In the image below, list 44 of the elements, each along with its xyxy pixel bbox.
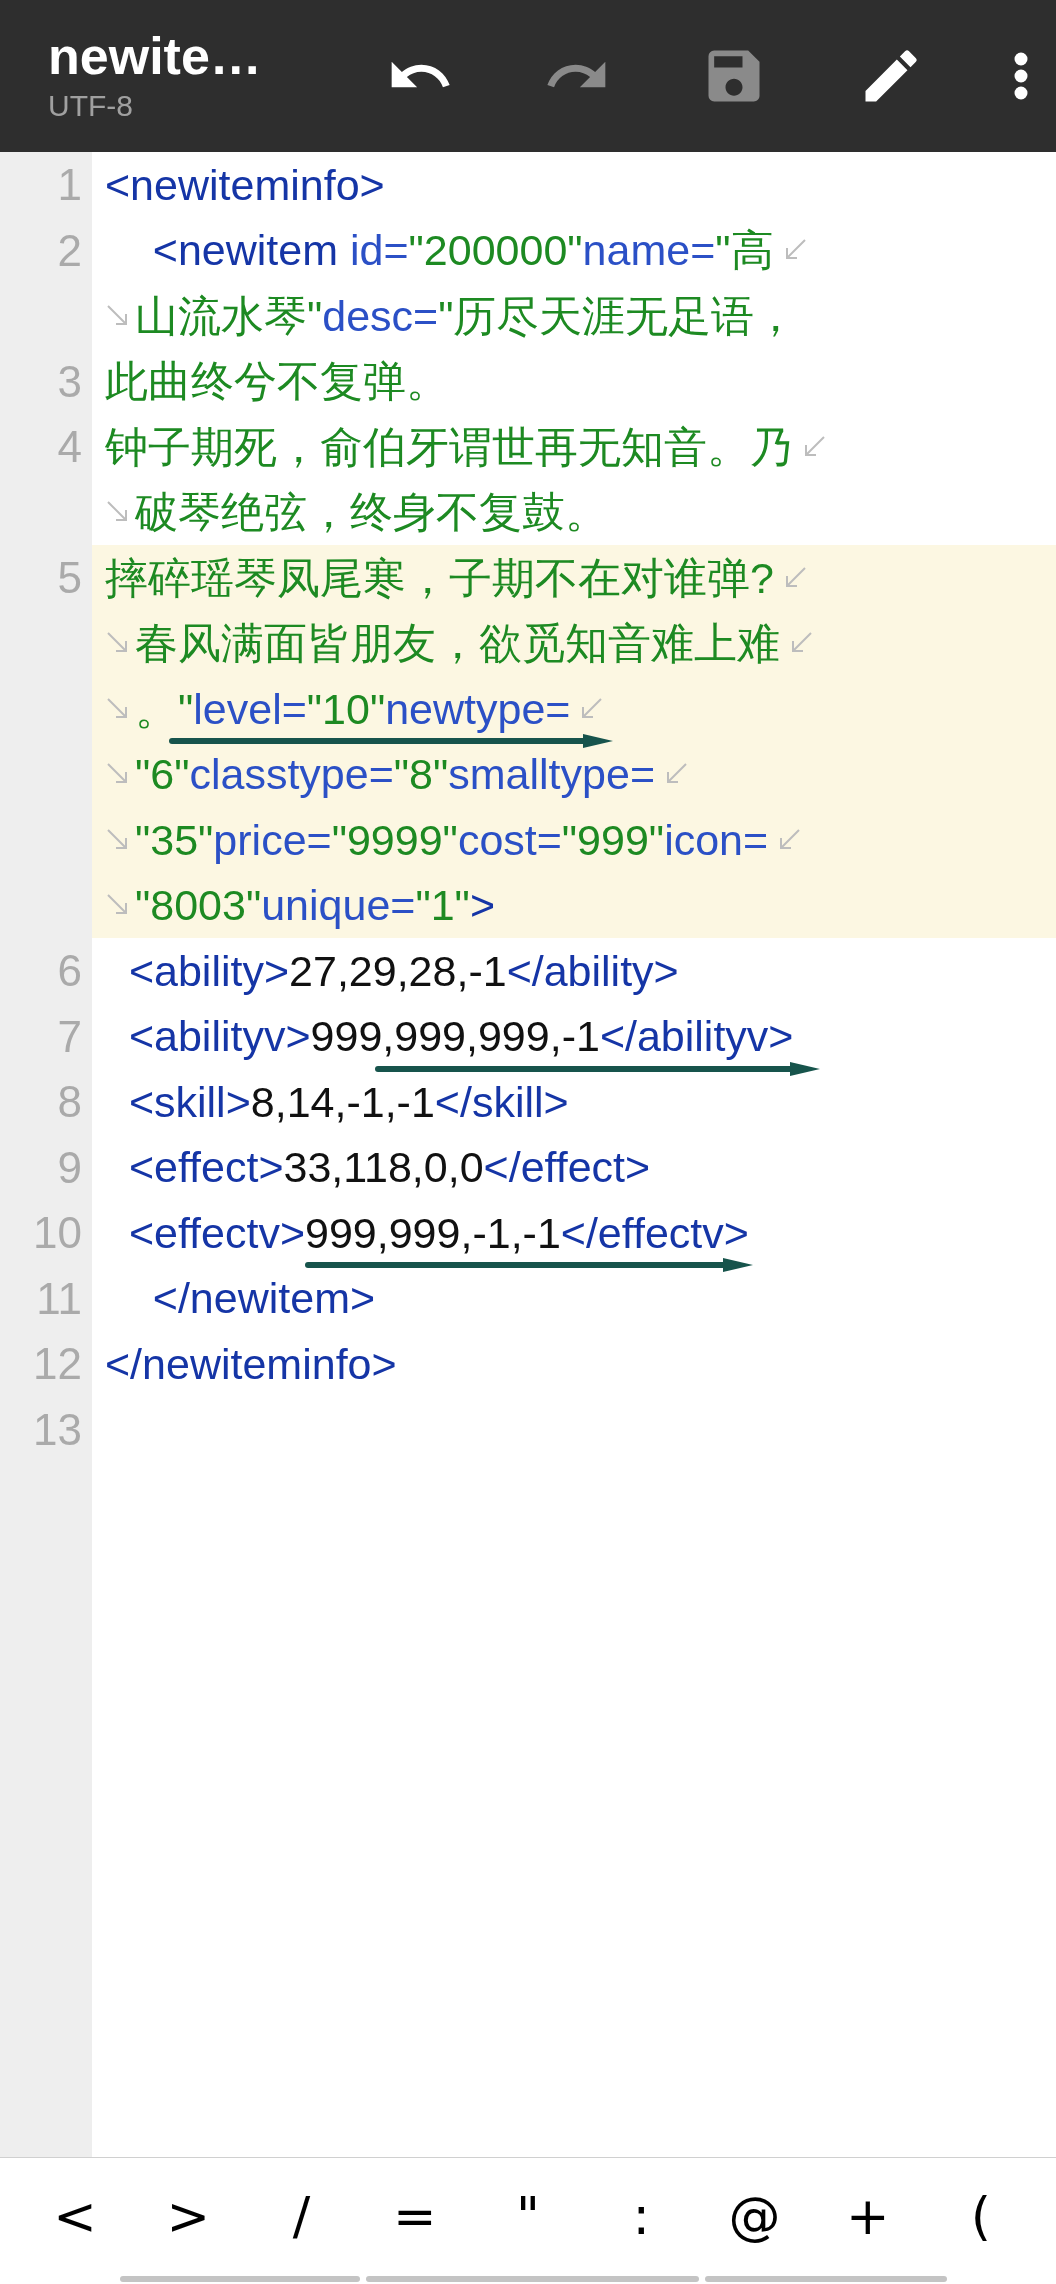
code-line: <ability>27,29,28,-1</ability> — [127, 946, 679, 995]
file-title: newite… — [48, 26, 263, 86]
encoding-label: UTF-8 — [48, 88, 134, 124]
code-line: 山流水琴"desc="历尽天涯无足语， — [135, 291, 798, 340]
code-line: </newitem> — [151, 1274, 376, 1323]
code-line: 摔碎瑶琴凤尾寒，子期不在对谁弹? — [105, 553, 774, 602]
symbol-key[interactable]: = — [384, 2181, 445, 2251]
code-line: <effect>33,118,0,0</effect> — [127, 1143, 651, 1192]
symbol-key[interactable]: @ — [724, 2181, 785, 2251]
line-number: 1 — [57, 160, 82, 209]
code-line: 钟子期死，俞伯牙谓世再无知音。乃 — [105, 422, 793, 471]
symbol-key[interactable]: / — [271, 2181, 332, 2251]
code-line: <newiteminfo> — [105, 160, 385, 209]
line-number: 7 — [57, 1011, 82, 1061]
code-line: </newiteminfo> — [105, 1339, 397, 1388]
code-line: <abilityv>999,999,999,-1</abilityv> — [127, 1012, 794, 1061]
line-number: 9 — [57, 1142, 82, 1192]
code-line: 。"level="10"newtype= — [135, 684, 571, 733]
symbol-key[interactable]: < — [45, 2181, 105, 2251]
line-number: 6 — [57, 946, 82, 995]
code-line: "6"classtype="8"smalltype= — [135, 750, 655, 799]
line-number: 4 — [57, 422, 82, 471]
code-line: <newitem id="200000"name="高 — [151, 226, 774, 275]
symbol-key[interactable]: + — [837, 2181, 898, 2251]
line-number: 13 — [33, 1404, 82, 1454]
symbol-key[interactable]: > — [158, 2181, 219, 2251]
code-line: "35"price="9999"cost="999"icon= — [135, 815, 769, 864]
line-number: 3 — [57, 356, 82, 406]
more-icon — [1014, 52, 1028, 100]
symbol-key[interactable]: : — [611, 2181, 672, 2251]
code-line: 破琴绝弦，终身不复鼓。 — [135, 488, 608, 537]
line-number: 5 — [57, 553, 82, 602]
code-line: 春风满面皆朋友，欲觅知音难上难 — [135, 619, 780, 668]
code-line: <effectv>999,999,-1,-1</effectv> — [127, 1208, 749, 1257]
line-number: 10 — [33, 1208, 82, 1257]
code-line: 此曲终兮不复弹。 — [105, 357, 449, 406]
line-number: 11 — [36, 1273, 82, 1323]
line-number: 8 — [57, 1077, 82, 1126]
symbol-key[interactable]: " — [498, 2181, 558, 2251]
code-line: <skill>8,14,-1,-1</skill> — [127, 1077, 569, 1126]
symbol-key[interactable]: ( — [951, 2181, 1011, 2251]
line-number: 12 — [33, 1339, 82, 1388]
line-number: 2 — [57, 225, 82, 275]
code-line: "8003"unique="1"> — [135, 881, 495, 930]
